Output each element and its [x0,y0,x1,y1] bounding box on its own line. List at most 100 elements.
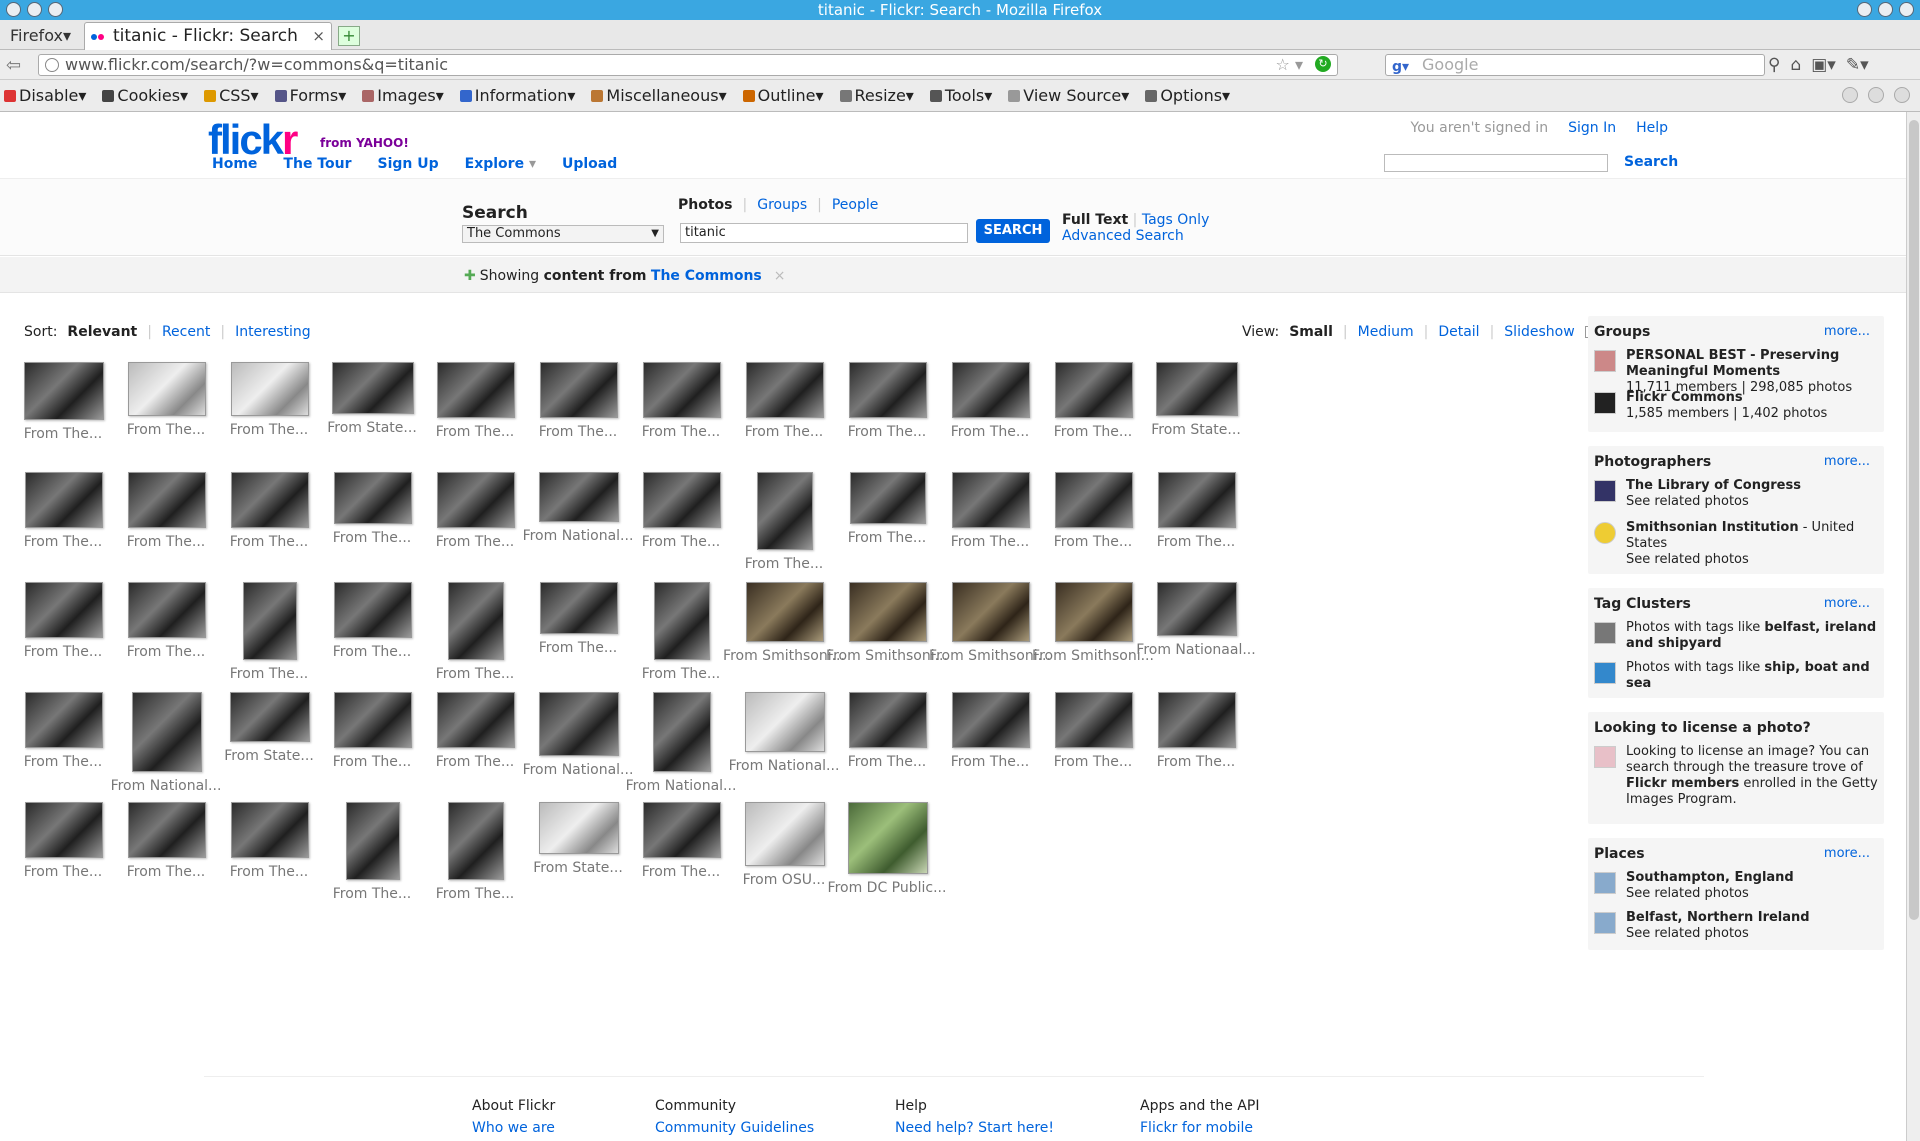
photo-source-caption[interactable]: From The... [721,556,847,572]
home-icon[interactable]: ⌂ [1790,55,1801,75]
photo-thumbnail[interactable] [1055,362,1133,418]
nav-explore[interactable]: Explore ▾ [465,156,536,172]
related-photos-link[interactable]: See related photos [1626,886,1880,902]
window-menu-icon[interactable] [6,2,21,17]
photo-thumbnail[interactable] [1055,692,1133,748]
new-tab-button[interactable]: + [338,26,360,46]
photographer-item[interactable]: The Library of Congress See related photo… [1594,478,1880,510]
webdev-menu-2[interactable]: CSS▾ [204,86,259,105]
scrollbar-thumb[interactable] [1909,120,1919,920]
photo-thumbnail[interactable] [334,582,412,638]
status-icon[interactable] [1868,87,1884,103]
nav-tour[interactable]: The Tour [283,156,351,172]
webdev-menu-7[interactable]: Outline▾ [742,86,824,105]
search-input[interactable]: titanic [680,223,968,243]
full-text-option[interactable]: Full Text [1062,212,1128,228]
photo-source-caption[interactable]: From The... [1133,754,1259,770]
photo-source-caption[interactable]: From National... [515,762,641,778]
shade-icon[interactable] [27,2,42,17]
tab-groups[interactable]: Groups [757,197,807,213]
addon-icon[interactable]: ▣▾ [1811,55,1836,75]
status-icon[interactable] [1894,87,1910,103]
web-search-box[interactable]: g▾ Google [1385,54,1765,76]
close-icon[interactable] [1899,2,1914,17]
sign-in-link[interactable]: Sign In [1568,120,1616,136]
check-icon[interactable] [1842,87,1858,103]
photo-thumbnail[interactable] [128,802,206,858]
photo-thumbnail[interactable] [25,802,103,858]
group-item[interactable]: PERSONAL BEST - Preserving Meaningful Mo… [1594,348,1880,396]
window-right-controls[interactable] [1857,2,1914,17]
place-item[interactable]: Southampton, England See related photos [1594,870,1880,902]
photo-thumbnail[interactable] [643,802,721,858]
webdev-menu-1[interactable]: Cookies▾ [102,86,188,105]
photo-source-caption[interactable]: From The... [206,666,332,682]
photo-thumbnail[interactable] [745,802,825,866]
photo-thumbnail[interactable] [437,362,515,418]
footer-link[interactable]: Community Guidelines [655,1117,814,1139]
window-left-controls[interactable] [6,2,63,17]
tab-active[interactable]: titanic - Flickr: Search × [84,22,332,50]
photo-thumbnail[interactable] [231,802,309,858]
view-detail[interactable]: Detail [1438,324,1479,340]
photo-source-caption[interactable]: From The... [103,644,229,660]
photo-source-caption[interactable]: From DC Public... [824,880,950,896]
tags-only-option[interactable]: Tags Only [1142,212,1210,228]
webdev-menu-0[interactable]: Disable▾ [4,86,86,105]
photo-source-caption[interactable]: From The... [618,666,744,682]
photo-thumbnail[interactable] [437,692,515,748]
back-arrow-icon[interactable]: ⇦ [6,55,21,76]
photo-thumbnail[interactable] [231,472,309,528]
pin-icon[interactable]: ✎▾ [1846,55,1869,75]
photo-thumbnail[interactable] [231,362,309,416]
photo-thumbnail[interactable] [952,692,1030,748]
photo-thumbnail[interactable] [128,472,206,528]
photographers-more-link[interactable]: more... [1824,454,1870,469]
nav-signup[interactable]: Sign Up [378,156,439,172]
binoculars-icon[interactable]: ⚲ [1768,55,1780,75]
photo-thumbnail[interactable] [448,802,504,880]
related-photos-link[interactable]: See related photos [1626,552,1880,568]
place-item[interactable]: Belfast, Northern Ireland See related pho… [1594,910,1880,942]
photo-source-caption[interactable]: From National... [103,778,229,794]
photo-thumbnail[interactable] [230,692,310,742]
photo-thumbnail[interactable] [539,802,619,854]
photo-thumbnail[interactable] [346,802,400,880]
close-icon[interactable]: × [774,268,786,284]
stick-icon[interactable] [48,2,63,17]
firefox-menu-button[interactable]: Firefox▾ [4,24,77,48]
commons-link[interactable]: The Commons [651,268,762,284]
photo-thumbnail[interactable] [757,472,813,550]
groups-more-link[interactable]: more... [1824,324,1870,339]
photo-thumbnail[interactable] [128,362,206,416]
photo-thumbnail[interactable] [1158,472,1236,528]
photo-thumbnail[interactable] [746,362,824,418]
webdev-menu-6[interactable]: Miscellaneous▾ [591,86,727,105]
photo-thumbnail[interactable] [952,362,1030,418]
advanced-search-link[interactable]: Advanced Search [1062,228,1184,244]
tags-more-link[interactable]: more... [1824,596,1870,611]
photographer-item[interactable]: Smithsonian Institution - United States S… [1594,520,1880,568]
photo-thumbnail[interactable] [1158,692,1236,748]
maximize-icon[interactable] [1878,2,1893,17]
view-slideshow[interactable]: Slideshow [1504,324,1574,340]
photo-thumbnail[interactable] [25,582,103,638]
view-small[interactable]: Small [1289,324,1333,340]
related-photos-link[interactable]: See related photos [1626,926,1880,942]
webdev-menu-4[interactable]: Images▾ [362,86,444,105]
photo-thumbnail[interactable] [849,582,927,642]
nav-upload[interactable]: Upload [562,156,617,172]
photo-thumbnail[interactable] [1156,362,1238,416]
webdev-menu-5[interactable]: Information▾ [459,86,575,105]
footer-link[interactable]: Need help? Start here! [895,1117,1054,1139]
google-logo-icon[interactable]: g▾ [1392,57,1409,77]
photo-thumbnail[interactable] [25,472,103,528]
related-photos-link[interactable]: See related photos [1626,494,1880,510]
minimize-icon[interactable] [1857,2,1872,17]
photo-thumbnail[interactable] [848,802,928,874]
view-medium[interactable]: Medium [1358,324,1414,340]
photo-thumbnail[interactable] [746,582,824,642]
photo-thumbnail[interactable] [334,472,412,524]
sort-relevant[interactable]: Relevant [67,324,137,340]
webdev-menu-9[interactable]: Tools▾ [929,86,992,105]
